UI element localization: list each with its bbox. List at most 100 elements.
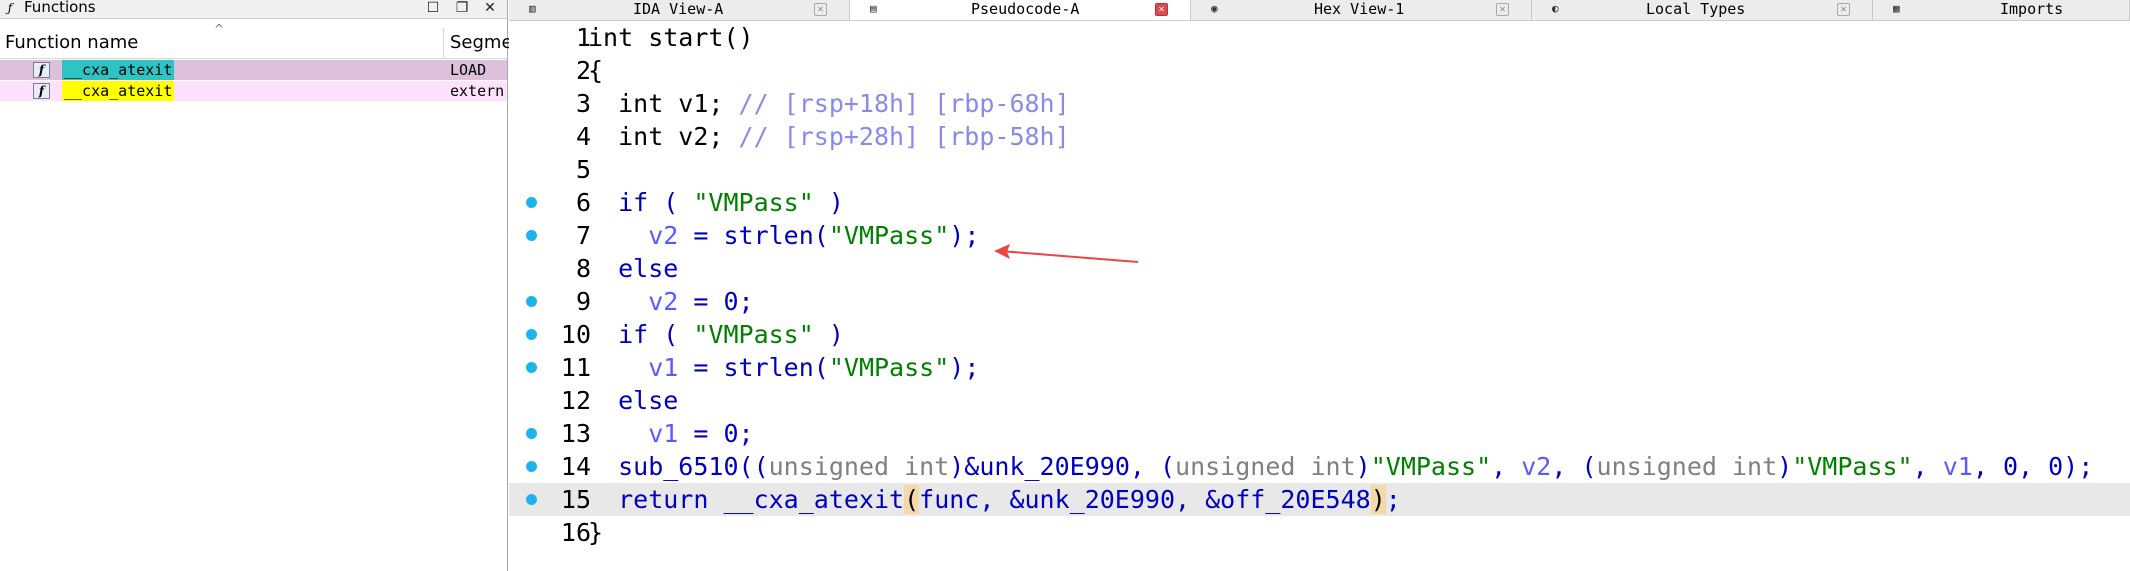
functions-title: Functions <box>24 0 96 16</box>
code-line[interactable]: 13 v1 = 0; <box>509 417 2130 450</box>
code-line[interactable]: 15 return __cxa_atexit(func, &unk_20E990… <box>509 483 2130 516</box>
code-line[interactable]: 9 v2 = 0; <box>509 285 2130 318</box>
code-line[interactable]: 3 int v1; // [rsp+18h] [rbp-68h] <box>509 87 2130 120</box>
code-token: } <box>588 518 604 547</box>
breakpoint-dot-icon[interactable] <box>526 230 537 241</box>
code-line[interactable]: 12 else <box>509 384 2130 417</box>
tab-close-icon[interactable]: ✕ <box>814 3 827 16</box>
breakpoint-dot-icon[interactable] <box>526 461 537 472</box>
maximize-icon[interactable]: ☐ <box>424 0 442 16</box>
tab-ida-view-a[interactable]: ▥ IDA View-A ✕ <box>509 0 850 20</box>
sort-ascending-icon: ^ <box>214 22 225 36</box>
function-row[interactable]: f __cxa_atexit LOAD <box>0 60 507 80</box>
code-token: int start() <box>588 23 754 52</box>
breakpoint-dot-icon[interactable] <box>526 329 537 340</box>
breakpoint-dot-icon[interactable] <box>526 494 537 505</box>
code-token: "VMPass" <box>1370 452 1492 481</box>
breakpoint-dot-icon[interactable] <box>526 197 537 208</box>
code-token: ) <box>1355 452 1371 481</box>
breakpoint-dot-icon[interactable] <box>526 296 537 307</box>
function-icon: f <box>33 83 50 99</box>
code-token: v2 <box>648 287 679 316</box>
line-number: 8 <box>575 254 591 283</box>
line-number: 9 <box>575 287 591 316</box>
code-token: // [rsp+18h] [rbp-68h] <box>738 89 1070 118</box>
line-number: 10 <box>560 320 591 349</box>
code-line[interactable]: 4 int v2; // [rsp+28h] [rbp-58h] <box>509 120 2130 153</box>
tab-pseudocode-a[interactable]: ▤ Pseudocode-A ✕ <box>850 0 1191 20</box>
tab-close-icon[interactable]: ✕ <box>1496 3 1509 16</box>
flowchart-icon: ▥ <box>529 2 536 15</box>
code-token: else <box>588 386 679 415</box>
code-token: ); <box>949 221 980 250</box>
code-line[interactable]: 8 else <box>509 252 2130 285</box>
code-text: v1 = strlen("VMPass"); <box>588 351 979 384</box>
code-line[interactable]: 2{ <box>509 54 2130 87</box>
code-token: if ( <box>588 320 694 349</box>
code-token: = strlen( <box>678 353 829 382</box>
close-icon[interactable]: ✕ <box>481 0 499 16</box>
code-line[interactable]: 1 int start() <box>509 21 2130 54</box>
pseudocode-view[interactable]: 1 int start() 2{3 int v1; // [rsp+18h] [rb… <box>509 21 2130 571</box>
code-text: else <box>588 384 678 417</box>
code-token: v1 <box>648 353 679 382</box>
code-token: func, &unk_20E990, &off_20E548 <box>919 485 1371 514</box>
column-segment[interactable]: Segme <box>450 30 513 56</box>
line-number: 12 <box>560 386 591 415</box>
code-line[interactable]: 14 sub_6510((unsigned int)&unk_20E990, (… <box>509 450 2130 483</box>
functions-column-header: ^ Function name Segme <box>0 22 513 59</box>
code-line[interactable]: 5 <box>509 153 2130 186</box>
code-text: if ( "VMPass" ) <box>588 186 844 219</box>
imports-icon: ▦ <box>1893 2 1900 15</box>
code-line[interactable]: 10 if ( "VMPass" ) <box>509 318 2130 351</box>
code-token: unsigned int <box>768 452 950 481</box>
function-segment: LOAD <box>450 61 487 79</box>
code-token: ); <box>949 353 980 382</box>
code-text: } <box>588 516 603 549</box>
code-token: , <box>1912 452 1943 481</box>
code-line[interactable]: 6 if ( "VMPass" ) <box>509 186 2130 219</box>
line-number: 11 <box>560 353 591 382</box>
function-icon: f <box>33 62 50 78</box>
tab-close-icon[interactable]: ✕ <box>1155 3 1168 16</box>
code-token: ) <box>813 188 844 217</box>
tab-hex-view-1[interactable]: ◉ Hex View-1 ✕ <box>1191 0 1532 20</box>
code-text: else <box>588 252 678 285</box>
code-text: int v1; // [rsp+18h] [rbp-68h] <box>588 87 1070 120</box>
code-token: else <box>588 254 679 283</box>
code-line[interactable]: 11 v1 = strlen("VMPass"); <box>509 351 2130 384</box>
code-token: , ( <box>1551 452 1597 481</box>
code-token: ( <box>904 485 920 514</box>
tab-imports[interactable]: ▦ Imports <box>1873 0 2130 20</box>
code-token: v1 <box>648 419 679 448</box>
code-token: = 0; <box>678 287 754 316</box>
code-token: { <box>588 56 604 85</box>
line-number: 14 <box>560 452 591 481</box>
code-token: // [rsp+28h] [rbp-58h] <box>738 122 1070 151</box>
column-function-name[interactable]: Function name <box>5 30 138 56</box>
code-token: ) <box>1370 485 1386 514</box>
breakpoint-dot-icon[interactable] <box>526 428 537 439</box>
hex-icon: ◉ <box>1211 2 1218 15</box>
function-icon: ƒ <box>7 1 13 15</box>
code-text: int start() <box>588 21 754 54</box>
code-token: = 0; <box>678 419 754 448</box>
tab-close-icon[interactable]: ✕ <box>1837 3 1850 16</box>
code-token: sub_6510(( <box>588 452 769 481</box>
code-token: ) <box>1777 452 1793 481</box>
tab-local-types[interactable]: ◐ Local Types ✕ <box>1532 0 1873 20</box>
code-token: "VMPass" <box>693 188 814 217</box>
line-number: 4 <box>575 122 591 151</box>
function-row[interactable]: f __cxa_atexit extern <box>0 81 507 101</box>
code-token: , <box>1491 452 1522 481</box>
code-text: if ( "VMPass" ) <box>588 318 844 351</box>
restore-icon[interactable]: ❐ <box>453 0 471 16</box>
code-line[interactable]: 16} <box>509 516 2130 549</box>
breakpoint-dot-icon[interactable] <box>526 362 537 373</box>
column-divider[interactable] <box>443 28 444 58</box>
code-text: return __cxa_atexit(func, &unk_20E990, &… <box>588 483 1401 516</box>
code-line[interactable]: 7 v2 = strlen("VMPass"); <box>509 219 2130 252</box>
